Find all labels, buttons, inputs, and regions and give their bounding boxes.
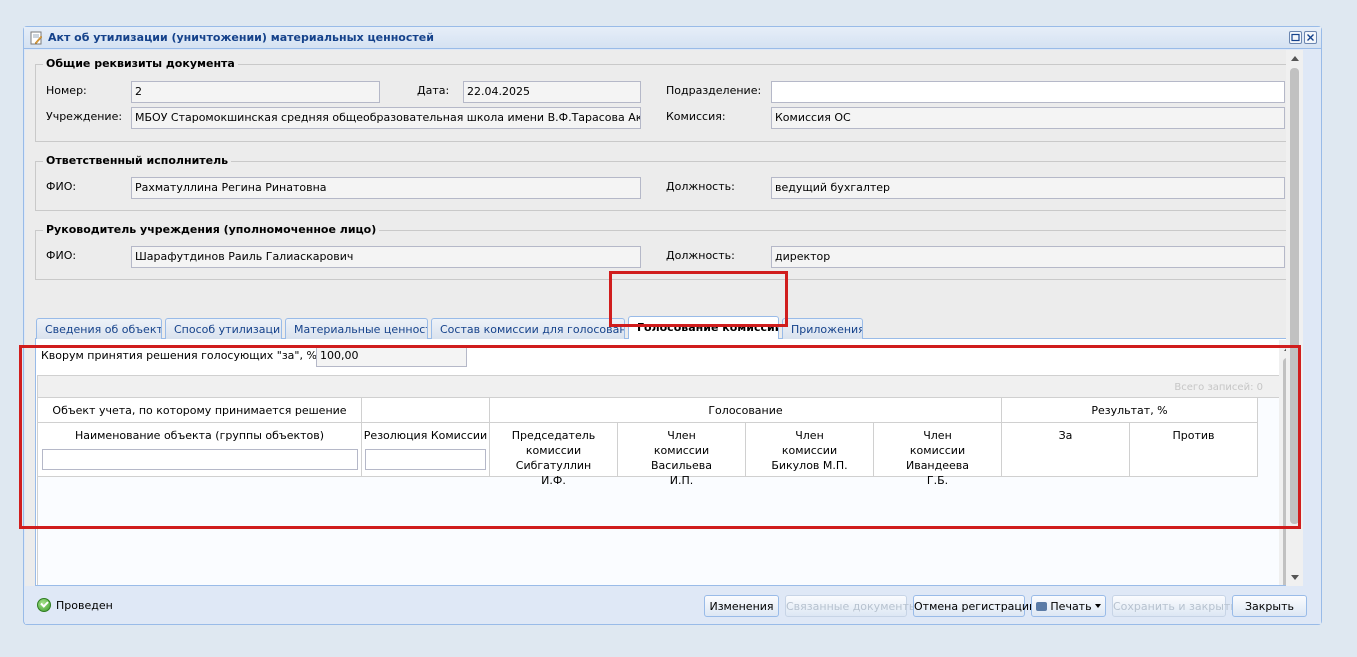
header-resolution-label: Резолюция Комиссии bbox=[363, 429, 488, 442]
tab-commission-voting[interactable]: Голосование комиссии bbox=[628, 316, 779, 340]
executor-fieldset: Ответственный исполнитель ФИО: Рахматулл… bbox=[35, 154, 1297, 211]
date-label: Дата: bbox=[417, 84, 450, 97]
window-title: Акт об утилизации (уничтожении) материал… bbox=[48, 31, 434, 44]
commission-label: Комиссия: bbox=[666, 110, 726, 123]
date-field[interactable]: 22.04.2025 bbox=[463, 81, 641, 103]
head-fieldset: Руководитель учреждения (уполномоченное … bbox=[35, 223, 1297, 280]
header-voting-group: Голосование bbox=[490, 398, 1002, 423]
header-chair: Председатель комиссии Сибгатуллин И.Ф. bbox=[490, 423, 618, 487]
records-count: Всего записей: 0 bbox=[1174, 382, 1263, 393]
header-member-3: Член комиссии Ивандеева Г.Б. bbox=[874, 423, 1002, 487]
window-body: Общие реквизиты документа Номер: 2 Дата:… bbox=[25, 50, 1303, 586]
status-text: Проведен bbox=[56, 599, 113, 612]
window-header[interactable]: Акт об утилизации (уничтожении) материал… bbox=[24, 27, 1321, 49]
object-name-filter[interactable] bbox=[42, 449, 358, 470]
resolution-filter[interactable] bbox=[365, 449, 486, 470]
save-and-close-button[interactable]: Сохранить и закрыть bbox=[1112, 595, 1237, 617]
print-button[interactable]: Печать bbox=[1031, 595, 1106, 617]
voting-grid: Всего записей: 0 Объект учета, по которо… bbox=[37, 340, 1296, 585]
header-blank bbox=[362, 398, 490, 423]
document-icon bbox=[30, 31, 43, 45]
executor-legend: Ответственный исполнитель bbox=[43, 154, 232, 167]
quorum-field[interactable]: 100,00 bbox=[316, 345, 467, 367]
scroll-up-icon[interactable] bbox=[1291, 56, 1299, 61]
changes-button[interactable]: Изменения bbox=[704, 595, 779, 617]
window-footer: Проведен Изменения Связанные документы О… bbox=[25, 586, 1321, 624]
head-position-field[interactable]: директор bbox=[771, 246, 1285, 268]
related-documents-button[interactable]: Связанные документы bbox=[785, 595, 918, 617]
executor-position-label: Должность: bbox=[666, 180, 735, 193]
header-against: Против bbox=[1130, 423, 1258, 477]
header-for: За bbox=[1002, 423, 1130, 477]
grid-toolbar: Всего записей: 0 bbox=[38, 376, 1279, 398]
institution-field[interactable]: МБОУ Старомокшинская средняя общеобразов… bbox=[131, 107, 641, 129]
tab-material-values[interactable]: Материальные ценности bbox=[285, 318, 428, 339]
number-field[interactable]: 2 bbox=[131, 81, 380, 103]
tab-bar: Сведения об объекте Способ утилизации Ма… bbox=[35, 315, 1297, 340]
close-button[interactable]: Закрыть bbox=[1232, 595, 1307, 617]
number-label: Номер: bbox=[46, 84, 87, 97]
executor-fio-label: ФИО: bbox=[46, 180, 77, 193]
quorum-label: Кворум принятия решения голосующих "за",… bbox=[41, 349, 321, 362]
head-legend: Руководитель учреждения (уполномоченное … bbox=[43, 223, 380, 236]
print-label: Печать bbox=[1050, 600, 1092, 613]
window-scrollbar[interactable] bbox=[1286, 50, 1303, 586]
tab-voting-committee[interactable]: Состав комиссии для голосования bbox=[431, 318, 625, 339]
general-legend: Общие реквизиты документа bbox=[43, 57, 238, 70]
commission-field[interactable]: Комиссия ОС bbox=[771, 107, 1285, 129]
header-member-1: Член комиссии Васильева И.П. bbox=[618, 423, 746, 487]
header-member-2: Член комиссии Бикулов М.П. bbox=[746, 423, 874, 477]
executor-fio-field[interactable]: Рахматуллина Регина Ринатовна bbox=[131, 177, 641, 199]
head-fio-field[interactable]: Шарафутдинов Раиль Галиаскарович bbox=[131, 246, 641, 268]
check-icon bbox=[37, 598, 51, 612]
scroll-down-icon[interactable] bbox=[1291, 575, 1299, 580]
tab-attachments[interactable]: Приложения bbox=[782, 318, 863, 339]
header-object-name-label: Наименование объекта (группы объектов) bbox=[74, 429, 325, 442]
subdivision-field[interactable] bbox=[771, 81, 1285, 103]
tab-disposal-method[interactable]: Способ утилизации bbox=[165, 318, 282, 339]
executor-position-field[interactable]: ведущий бухгалтер bbox=[771, 177, 1285, 199]
document-window: Акт об утилизации (уничтожении) материал… bbox=[23, 26, 1322, 625]
header-object-group: Объект учета, по которому принимается ре… bbox=[38, 398, 362, 423]
institution-label: Учреждение: bbox=[46, 110, 123, 123]
window-scroll-thumb[interactable] bbox=[1290, 68, 1299, 524]
close-icon[interactable] bbox=[1304, 31, 1317, 44]
tab-object-info[interactable]: Сведения об объекте bbox=[36, 318, 162, 339]
printer-icon bbox=[1036, 602, 1048, 611]
cancel-registration-button[interactable]: Отмена регистрации bbox=[913, 595, 1036, 617]
head-position-label: Должность: bbox=[666, 249, 735, 262]
header-result-group: Результат, % bbox=[1002, 398, 1258, 423]
head-fio-label: ФИО: bbox=[46, 249, 77, 262]
chevron-down-icon bbox=[1094, 604, 1101, 608]
general-fieldset: Общие реквизиты документа Номер: 2 Дата:… bbox=[35, 57, 1297, 142]
voting-panel: Кворум принятия решения голосующих "за",… bbox=[35, 339, 1297, 586]
maximize-icon[interactable] bbox=[1289, 31, 1302, 44]
subdivision-label: Подразделение: bbox=[666, 84, 762, 97]
